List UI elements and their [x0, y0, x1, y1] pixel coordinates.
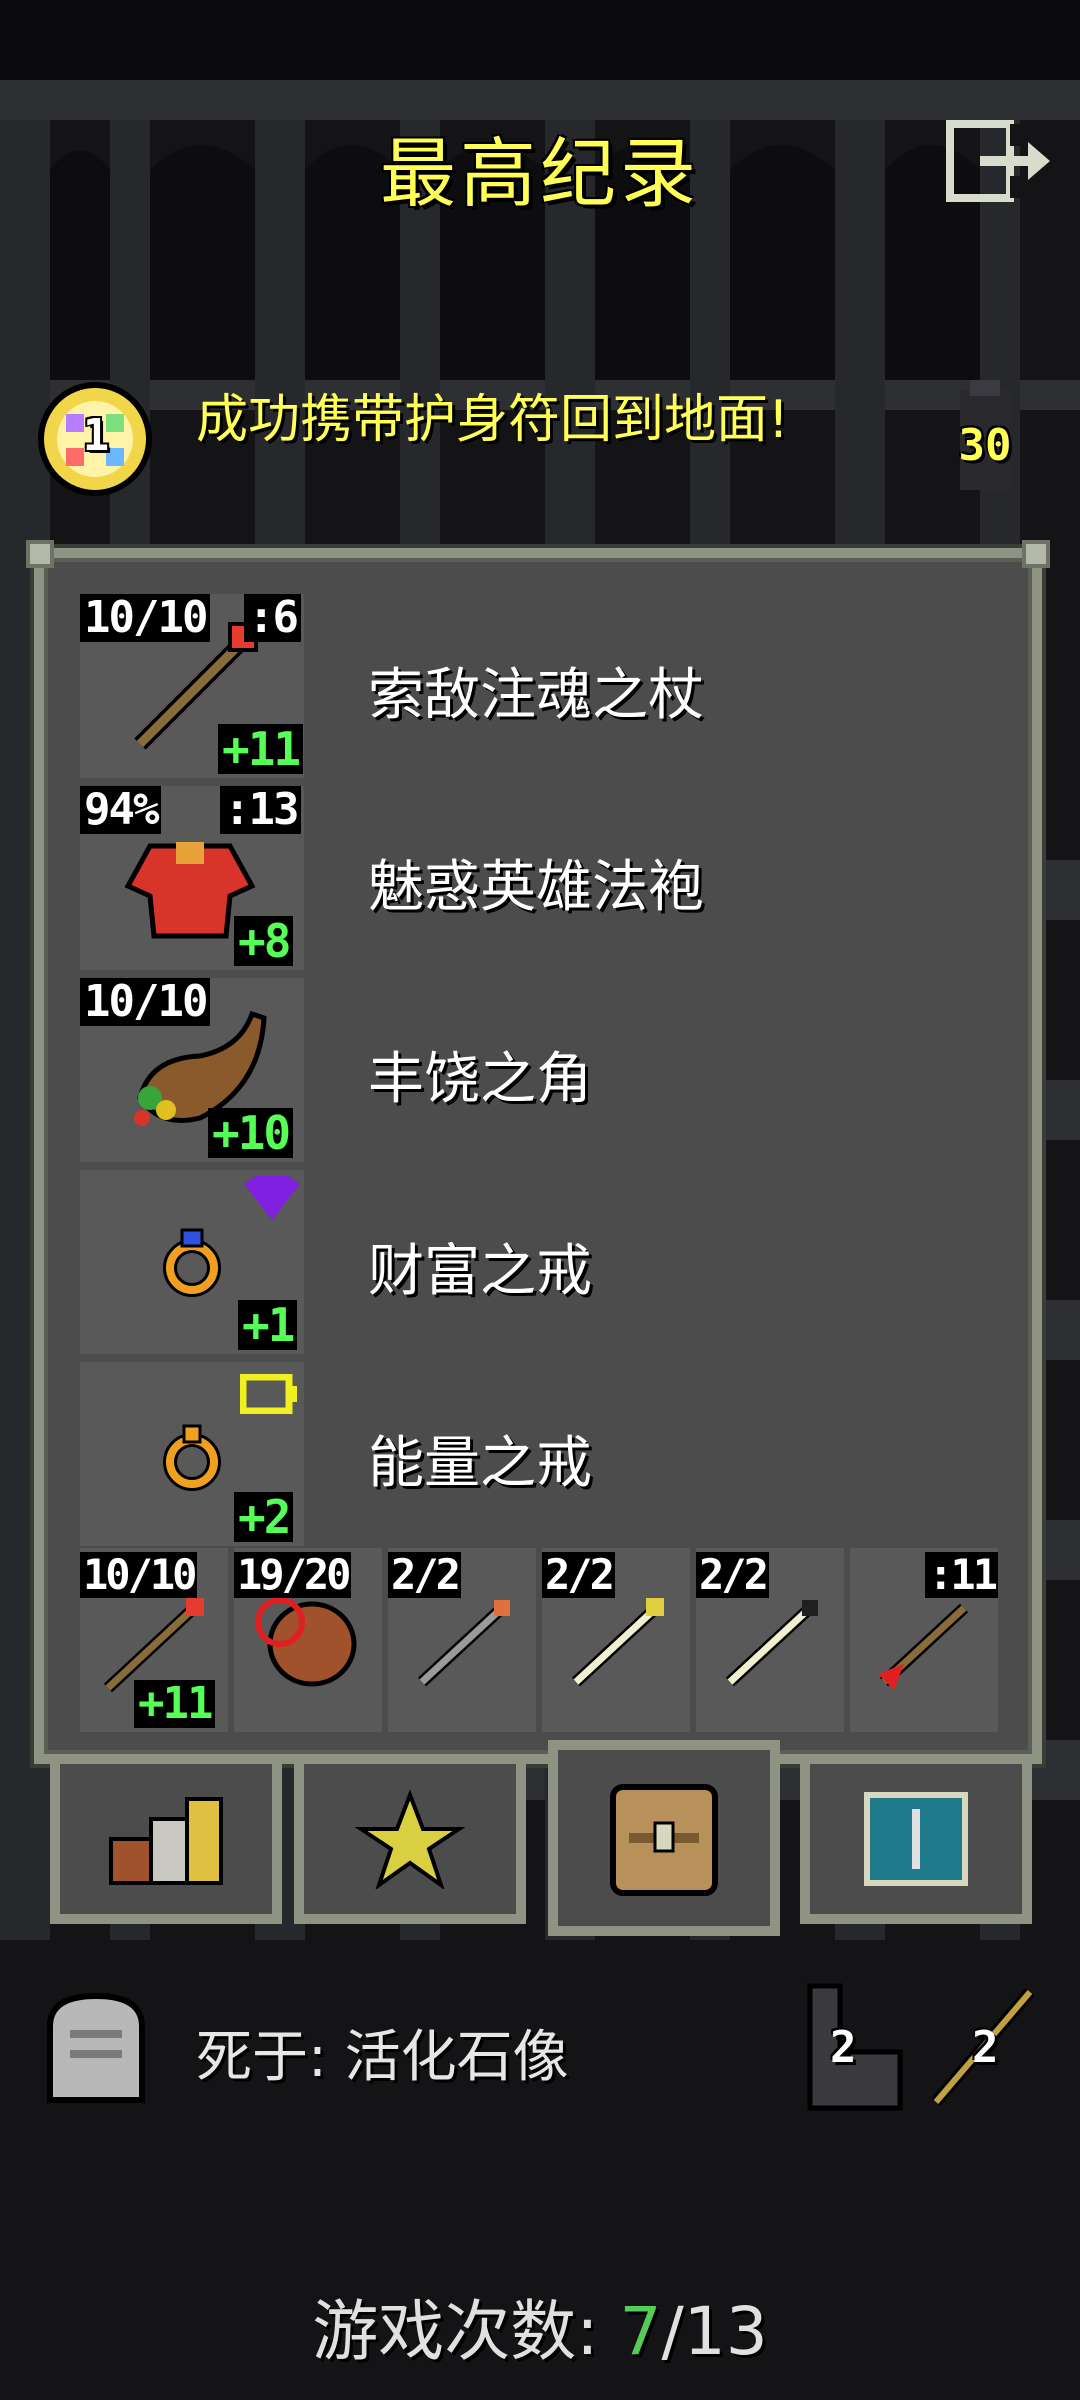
item-upgrade: +2	[234, 1492, 294, 1542]
purple-gem-icon	[244, 1176, 300, 1220]
item-name: 魅惑英雄法袍	[368, 855, 704, 920]
item-slot[interactable]: 10/10 :6 +11	[80, 594, 304, 778]
death-cause: 死于: 活化石像	[196, 2025, 569, 2090]
quickslot[interactable]: 10/10 +11	[80, 1548, 228, 1732]
stat-boots: 2	[800, 1982, 910, 2112]
quickslot[interactable]: 2/2	[542, 1548, 690, 1732]
item-slot[interactable]: 94% :13 +8	[80, 786, 304, 970]
item-row-ring-energy[interactable]: +2 能量之戒	[80, 1362, 1000, 1546]
tab-backpack[interactable]	[548, 1740, 780, 1936]
item-upgrade: +11	[218, 724, 304, 774]
item-strength: :13	[220, 786, 302, 834]
item-upgrade: +1	[238, 1300, 298, 1350]
item-quantity: :6	[244, 594, 301, 642]
exit-door-icon[interactable]	[946, 120, 1054, 202]
item-row-wand[interactable]: 10/10 :6 +11 索敌注魂之杖	[80, 594, 1000, 778]
item-charges: 10/10	[80, 594, 211, 642]
journal-icon	[864, 1792, 968, 1886]
quickslot[interactable]: :11	[850, 1548, 998, 1732]
tab-journal[interactable]	[800, 1764, 1032, 1924]
games-label: 游戏次数:	[312, 2293, 599, 2370]
panel-corner	[1022, 540, 1050, 568]
quickslot-bar: 10/10 +11 19/20 2/2 2/2 2/2:11	[80, 1548, 1000, 1732]
item-durability: 94%	[80, 786, 162, 834]
inventory-panel: 10/10 :6 +11 索敌注魂之杖 94% :13 +8 魅惑英雄法袍 10…	[26, 540, 1050, 1764]
quickslot-badge: 19/20	[234, 1552, 351, 1598]
stat-value: 2	[830, 2022, 857, 2073]
stats-icon	[109, 1797, 223, 1885]
badges-star-icon	[355, 1789, 465, 1889]
games-played: 游戏次数: 7/13	[0, 2278, 1080, 2374]
tombstone-icon	[47, 1992, 145, 2103]
quickslot-upgrade: +11	[134, 1680, 216, 1728]
page-title: 最高纪录	[380, 129, 700, 218]
quickslot-badge: 10/10	[80, 1552, 197, 1598]
yellow-battery-icon	[240, 1374, 297, 1414]
tab-badges[interactable]	[294, 1764, 526, 1924]
depth-value: 30	[958, 420, 1012, 471]
game-screen: 最高纪录 1 成功携带护身符回到地面! 30 10/10:6 +11 索敌注魂…	[0, 0, 1080, 2400]
quickslot[interactable]: 2/2	[388, 1548, 536, 1732]
item-slot[interactable]: 10/10 +10	[80, 978, 304, 1162]
item-slot[interactable]: +1	[80, 1170, 304, 1354]
item-row-horn[interactable]: 10/10 +10 丰饶之角	[80, 978, 1000, 1162]
item-upgrade: +10	[208, 1108, 294, 1158]
quickslot-badge: 2/2	[542, 1552, 615, 1598]
item-row-robe[interactable]: 94% :13 +8 魅惑英雄法袍	[80, 786, 1000, 970]
stat-wand: 2	[930, 1982, 1040, 2112]
backpack-icon	[610, 1784, 718, 1896]
item-upgrade: +8	[234, 916, 294, 966]
games-current: 7	[619, 2293, 662, 2370]
item-charges: 10/10	[80, 978, 211, 1026]
item-name: 丰饶之角	[368, 1047, 592, 1112]
item-name: 索敌注魂之杖	[368, 663, 704, 728]
result-text: 成功携带护身符回到地面!	[196, 390, 789, 450]
panel-corner	[26, 540, 54, 568]
depth-indicator: 30	[940, 380, 1030, 500]
stat-value: 2	[972, 2022, 999, 2073]
item-slot[interactable]: +2	[80, 1362, 304, 1546]
tab-stats[interactable]	[50, 1764, 282, 1924]
item-name: 能量之戒	[368, 1431, 592, 1496]
quickslot-badge: 2/2	[388, 1552, 461, 1598]
games-total: /13	[661, 2293, 768, 2370]
amulet-badge-icon: 1	[36, 380, 154, 498]
item-row-ring-wealth[interactable]: +1 财富之戒	[80, 1170, 1000, 1354]
item-name: 财富之戒	[368, 1239, 592, 1304]
amulet-count: 1	[82, 410, 110, 461]
quickslot[interactable]: 2/2	[696, 1548, 844, 1732]
quickslot-badge: :11	[925, 1552, 998, 1598]
quickslot-badge: 2/2	[696, 1552, 769, 1598]
quickslot[interactable]: 19/20	[234, 1548, 382, 1732]
